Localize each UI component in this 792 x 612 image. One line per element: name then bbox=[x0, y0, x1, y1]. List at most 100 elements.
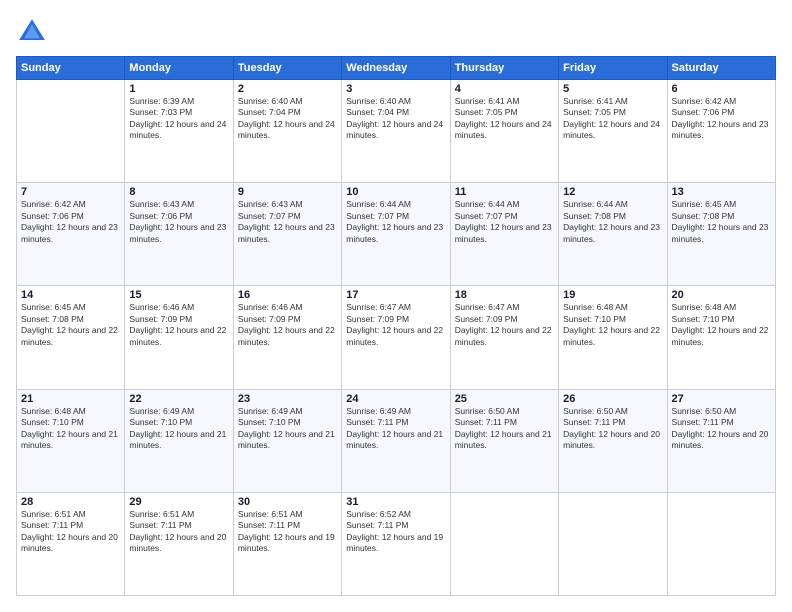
calendar-cell bbox=[559, 492, 667, 595]
day-number: 16 bbox=[238, 289, 337, 301]
day-info: Sunrise: 6:44 AMSunset: 7:07 PMDaylight:… bbox=[455, 199, 554, 245]
day-info: Sunrise: 6:41 AMSunset: 7:05 PMDaylight:… bbox=[455, 96, 554, 142]
day-info: Sunrise: 6:39 AMSunset: 7:03 PMDaylight:… bbox=[129, 96, 228, 142]
calendar-cell: 4Sunrise: 6:41 AMSunset: 7:05 PMDaylight… bbox=[450, 80, 558, 183]
calendar-cell: 5Sunrise: 6:41 AMSunset: 7:05 PMDaylight… bbox=[559, 80, 667, 183]
day-number: 4 bbox=[455, 83, 554, 95]
calendar-cell: 1Sunrise: 6:39 AMSunset: 7:03 PMDaylight… bbox=[125, 80, 233, 183]
calendar-cell: 2Sunrise: 6:40 AMSunset: 7:04 PMDaylight… bbox=[233, 80, 341, 183]
day-number: 26 bbox=[563, 393, 662, 405]
day-number: 12 bbox=[563, 186, 662, 198]
calendar-cell: 10Sunrise: 6:44 AMSunset: 7:07 PMDayligh… bbox=[342, 183, 450, 286]
calendar-cell: 17Sunrise: 6:47 AMSunset: 7:09 PMDayligh… bbox=[342, 286, 450, 389]
calendar-cell: 29Sunrise: 6:51 AMSunset: 7:11 PMDayligh… bbox=[125, 492, 233, 595]
day-number: 7 bbox=[21, 186, 120, 198]
calendar-week-row: 1Sunrise: 6:39 AMSunset: 7:03 PMDaylight… bbox=[17, 80, 776, 183]
day-info: Sunrise: 6:51 AMSunset: 7:11 PMDaylight:… bbox=[129, 509, 228, 555]
day-info: Sunrise: 6:43 AMSunset: 7:06 PMDaylight:… bbox=[129, 199, 228, 245]
day-info: Sunrise: 6:40 AMSunset: 7:04 PMDaylight:… bbox=[238, 96, 337, 142]
calendar-cell: 14Sunrise: 6:45 AMSunset: 7:08 PMDayligh… bbox=[17, 286, 125, 389]
day-info: Sunrise: 6:47 AMSunset: 7:09 PMDaylight:… bbox=[346, 302, 445, 348]
logo-icon bbox=[16, 16, 48, 48]
calendar-cell: 25Sunrise: 6:50 AMSunset: 7:11 PMDayligh… bbox=[450, 389, 558, 492]
day-number: 2 bbox=[238, 83, 337, 95]
calendar-cell: 7Sunrise: 6:42 AMSunset: 7:06 PMDaylight… bbox=[17, 183, 125, 286]
day-number: 6 bbox=[672, 83, 771, 95]
calendar-cell: 11Sunrise: 6:44 AMSunset: 7:07 PMDayligh… bbox=[450, 183, 558, 286]
weekday-header: Tuesday bbox=[233, 57, 341, 80]
day-number: 14 bbox=[21, 289, 120, 301]
weekday-header: Sunday bbox=[17, 57, 125, 80]
day-number: 8 bbox=[129, 186, 228, 198]
calendar-cell: 24Sunrise: 6:49 AMSunset: 7:11 PMDayligh… bbox=[342, 389, 450, 492]
day-info: Sunrise: 6:41 AMSunset: 7:05 PMDaylight:… bbox=[563, 96, 662, 142]
calendar-cell bbox=[667, 492, 775, 595]
day-info: Sunrise: 6:48 AMSunset: 7:10 PMDaylight:… bbox=[672, 302, 771, 348]
weekday-header: Friday bbox=[559, 57, 667, 80]
day-number: 28 bbox=[21, 496, 120, 508]
day-info: Sunrise: 6:51 AMSunset: 7:11 PMDaylight:… bbox=[238, 509, 337, 555]
day-number: 9 bbox=[238, 186, 337, 198]
calendar-cell: 9Sunrise: 6:43 AMSunset: 7:07 PMDaylight… bbox=[233, 183, 341, 286]
day-info: Sunrise: 6:46 AMSunset: 7:09 PMDaylight:… bbox=[238, 302, 337, 348]
day-info: Sunrise: 6:50 AMSunset: 7:11 PMDaylight:… bbox=[672, 406, 771, 452]
calendar-cell: 31Sunrise: 6:52 AMSunset: 7:11 PMDayligh… bbox=[342, 492, 450, 595]
day-info: Sunrise: 6:49 AMSunset: 7:10 PMDaylight:… bbox=[238, 406, 337, 452]
day-number: 22 bbox=[129, 393, 228, 405]
day-info: Sunrise: 6:44 AMSunset: 7:08 PMDaylight:… bbox=[563, 199, 662, 245]
day-info: Sunrise: 6:50 AMSunset: 7:11 PMDaylight:… bbox=[455, 406, 554, 452]
day-info: Sunrise: 6:49 AMSunset: 7:10 PMDaylight:… bbox=[129, 406, 228, 452]
day-number: 21 bbox=[21, 393, 120, 405]
calendar-cell: 8Sunrise: 6:43 AMSunset: 7:06 PMDaylight… bbox=[125, 183, 233, 286]
calendar-cell: 19Sunrise: 6:48 AMSunset: 7:10 PMDayligh… bbox=[559, 286, 667, 389]
page: SundayMondayTuesdayWednesdayThursdayFrid… bbox=[0, 0, 792, 612]
calendar-cell: 12Sunrise: 6:44 AMSunset: 7:08 PMDayligh… bbox=[559, 183, 667, 286]
day-info: Sunrise: 6:43 AMSunset: 7:07 PMDaylight:… bbox=[238, 199, 337, 245]
calendar-cell: 16Sunrise: 6:46 AMSunset: 7:09 PMDayligh… bbox=[233, 286, 341, 389]
calendar-table: SundayMondayTuesdayWednesdayThursdayFrid… bbox=[16, 56, 776, 596]
day-number: 1 bbox=[129, 83, 228, 95]
day-number: 25 bbox=[455, 393, 554, 405]
calendar-cell: 30Sunrise: 6:51 AMSunset: 7:11 PMDayligh… bbox=[233, 492, 341, 595]
calendar-week-row: 21Sunrise: 6:48 AMSunset: 7:10 PMDayligh… bbox=[17, 389, 776, 492]
calendar-cell: 15Sunrise: 6:46 AMSunset: 7:09 PMDayligh… bbox=[125, 286, 233, 389]
day-info: Sunrise: 6:45 AMSunset: 7:08 PMDaylight:… bbox=[21, 302, 120, 348]
calendar-cell: 28Sunrise: 6:51 AMSunset: 7:11 PMDayligh… bbox=[17, 492, 125, 595]
day-number: 10 bbox=[346, 186, 445, 198]
calendar-cell: 21Sunrise: 6:48 AMSunset: 7:10 PMDayligh… bbox=[17, 389, 125, 492]
day-info: Sunrise: 6:44 AMSunset: 7:07 PMDaylight:… bbox=[346, 199, 445, 245]
day-info: Sunrise: 6:51 AMSunset: 7:11 PMDaylight:… bbox=[21, 509, 120, 555]
weekday-header: Saturday bbox=[667, 57, 775, 80]
day-number: 23 bbox=[238, 393, 337, 405]
day-number: 3 bbox=[346, 83, 445, 95]
calendar-cell: 26Sunrise: 6:50 AMSunset: 7:11 PMDayligh… bbox=[559, 389, 667, 492]
weekday-header-row: SundayMondayTuesdayWednesdayThursdayFrid… bbox=[17, 57, 776, 80]
day-number: 18 bbox=[455, 289, 554, 301]
day-number: 24 bbox=[346, 393, 445, 405]
calendar-cell: 3Sunrise: 6:40 AMSunset: 7:04 PMDaylight… bbox=[342, 80, 450, 183]
day-number: 27 bbox=[672, 393, 771, 405]
day-info: Sunrise: 6:48 AMSunset: 7:10 PMDaylight:… bbox=[21, 406, 120, 452]
calendar-cell: 18Sunrise: 6:47 AMSunset: 7:09 PMDayligh… bbox=[450, 286, 558, 389]
day-number: 17 bbox=[346, 289, 445, 301]
calendar-cell: 6Sunrise: 6:42 AMSunset: 7:06 PMDaylight… bbox=[667, 80, 775, 183]
calendar-week-row: 14Sunrise: 6:45 AMSunset: 7:08 PMDayligh… bbox=[17, 286, 776, 389]
weekday-header: Monday bbox=[125, 57, 233, 80]
calendar-cell: 22Sunrise: 6:49 AMSunset: 7:10 PMDayligh… bbox=[125, 389, 233, 492]
calendar-cell: 13Sunrise: 6:45 AMSunset: 7:08 PMDayligh… bbox=[667, 183, 775, 286]
day-info: Sunrise: 6:40 AMSunset: 7:04 PMDaylight:… bbox=[346, 96, 445, 142]
day-number: 31 bbox=[346, 496, 445, 508]
day-number: 19 bbox=[563, 289, 662, 301]
calendar-cell: 27Sunrise: 6:50 AMSunset: 7:11 PMDayligh… bbox=[667, 389, 775, 492]
day-info: Sunrise: 6:42 AMSunset: 7:06 PMDaylight:… bbox=[21, 199, 120, 245]
calendar-cell: 20Sunrise: 6:48 AMSunset: 7:10 PMDayligh… bbox=[667, 286, 775, 389]
day-info: Sunrise: 6:48 AMSunset: 7:10 PMDaylight:… bbox=[563, 302, 662, 348]
day-number: 29 bbox=[129, 496, 228, 508]
calendar-cell bbox=[450, 492, 558, 595]
day-info: Sunrise: 6:52 AMSunset: 7:11 PMDaylight:… bbox=[346, 509, 445, 555]
day-info: Sunrise: 6:47 AMSunset: 7:09 PMDaylight:… bbox=[455, 302, 554, 348]
day-number: 20 bbox=[672, 289, 771, 301]
day-number: 13 bbox=[672, 186, 771, 198]
logo bbox=[16, 16, 52, 48]
day-info: Sunrise: 6:49 AMSunset: 7:11 PMDaylight:… bbox=[346, 406, 445, 452]
